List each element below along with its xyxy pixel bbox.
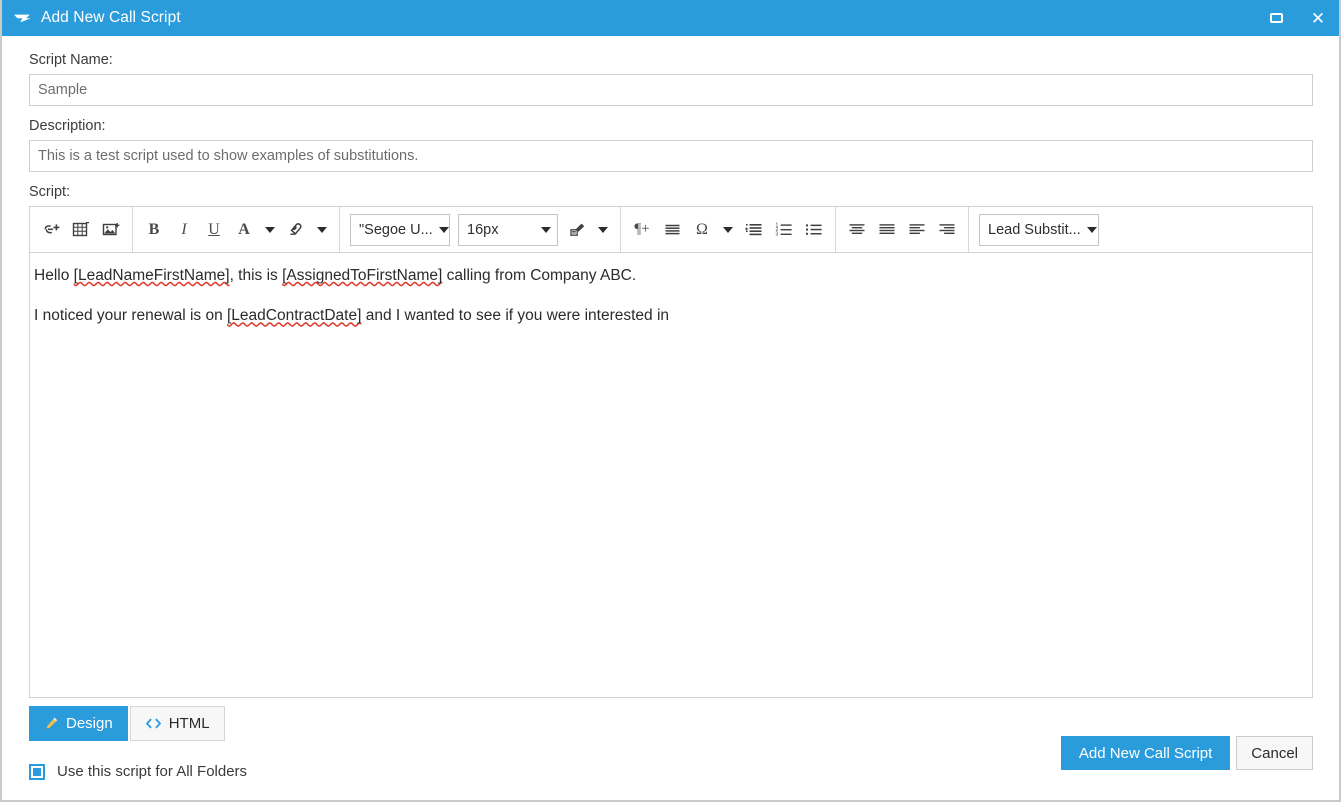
description-value: This is a test script used to show examp…	[38, 148, 419, 164]
chevron-down-icon	[438, 226, 449, 233]
font-color-label: A	[238, 220, 250, 238]
insert-link-icon[interactable]	[36, 213, 66, 247]
chevron-down-icon	[1086, 226, 1097, 233]
description-label: Description:	[29, 118, 106, 134]
special-character-button[interactable]: Ω	[687, 213, 717, 247]
toolbar-group-formatting: B I U A	[133, 207, 340, 252]
dialog-footer: Add New Call Script Cancel	[1060, 736, 1313, 770]
chevron-down-icon	[317, 226, 327, 233]
substitution-token-lead-contract-date: [LeadContractDate]	[227, 307, 362, 325]
insert-image-icon[interactable]	[96, 213, 126, 247]
script-flag-icon	[12, 9, 32, 27]
chevron-down-icon	[265, 226, 275, 233]
underline-button[interactable]: U	[199, 213, 229, 247]
toolbar-group-insert	[30, 207, 133, 252]
insert-paragraph-label: ¶+	[634, 221, 650, 237]
script-name-label: Script Name:	[29, 52, 113, 68]
lead-substitutions-dropdown[interactable]: Lead Substit...	[979, 213, 1099, 246]
align-right-icon[interactable]	[932, 213, 962, 247]
restore-window-button[interactable]	[1255, 0, 1297, 36]
toolbar-group-substitutions: Lead Substit...	[969, 207, 1109, 252]
editor-text-1b: , this is	[229, 267, 283, 284]
numbered-list-icon[interactable]: 123	[769, 213, 799, 247]
design-tab-label: Design	[66, 715, 113, 732]
font-size-value: 16px	[467, 221, 499, 238]
checkbox-fill-icon	[33, 767, 41, 776]
restore-icon	[1269, 13, 1283, 23]
editor-text-1a: Hello	[34, 267, 74, 284]
substitution-token-lead-first-name: [LeadNameFirstName]	[73, 267, 230, 284]
format-painter-icon[interactable]	[562, 213, 592, 247]
html-tab[interactable]: HTML	[129, 706, 225, 741]
bullet-list-icon[interactable]	[799, 213, 829, 247]
script-label: Script:	[29, 184, 71, 200]
font-color-dropdown-button[interactable]	[259, 213, 281, 247]
align-left-icon[interactable]	[902, 213, 932, 247]
all-folders-label: Use this script for All Folders	[57, 763, 248, 780]
omega-label: Ω	[696, 220, 708, 238]
align-center-icon[interactable]	[842, 213, 872, 247]
horizontal-rule-icon[interactable]	[657, 213, 687, 247]
window-title: Add New Call Script	[41, 9, 181, 26]
html-tab-label: HTML	[168, 715, 210, 732]
title-bar: Add New Call Script ✕	[2, 0, 1339, 36]
rich-text-editor: B I U A "Segoe U... 16px ¶+ Ω 1 2 3 Lead…	[29, 206, 1313, 698]
cancel-button[interactable]: Cancel	[1236, 736, 1313, 770]
toolbar-group-paragraph: ¶+ Ω 1 2 3	[621, 207, 836, 252]
design-tab[interactable]: Design	[29, 706, 128, 741]
editor-paragraph-2: I noticed your renewal is on [LeadContra…	[34, 305, 1312, 327]
editor-text-2b: and I wanted to see if you were interest…	[361, 307, 670, 325]
add-call-script-dialog: Add New Call Script ✕ Script Name: Sampl…	[0, 0, 1341, 802]
close-icon: ✕	[1310, 8, 1326, 28]
insert-table-icon[interactable]	[66, 213, 96, 247]
substitution-token-assigned-to-first-name: [AssignedToFirstName]	[282, 267, 443, 284]
script-name-value: Sample	[38, 82, 88, 98]
bold-label: B	[148, 220, 160, 238]
script-editor-area[interactable]: Hello [LeadNameFirstName], this is [Assi…	[30, 253, 1312, 697]
dialog-content: Script Name: Sample Description: This is…	[2, 36, 1339, 800]
lead-substitutions-value: Lead Substit...	[988, 221, 1081, 238]
chevron-down-icon	[541, 226, 551, 233]
italic-label: I	[181, 220, 187, 238]
toolbar-group-alignment	[836, 207, 969, 252]
editor-toolbar: B I U A "Segoe U... 16px ¶+ Ω 1 2 3 Lead…	[30, 207, 1312, 253]
description-input[interactable]: This is a test script used to show examp…	[29, 140, 1313, 172]
align-justify-icon[interactable]	[872, 213, 902, 247]
all-folders-checkbox[interactable]	[29, 763, 45, 780]
highlight-color-icon[interactable]	[281, 213, 311, 247]
chevron-down-icon	[723, 226, 733, 233]
close-window-button[interactable]: ✕	[1297, 0, 1339, 36]
insert-paragraph-icon[interactable]: ¶+	[627, 213, 657, 247]
code-brackets-icon	[145, 717, 162, 730]
toolbar-group-font: "Segoe U... 16px	[340, 207, 621, 252]
font-family-dropdown[interactable]: "Segoe U...	[350, 213, 450, 246]
format-painter-dropdown-button[interactable]	[592, 213, 614, 247]
add-new-call-script-button[interactable]: Add New Call Script	[1060, 736, 1231, 770]
highlight-color-dropdown-button[interactable]	[311, 213, 333, 247]
pencil-icon	[44, 716, 59, 731]
chevron-down-icon	[598, 226, 608, 233]
special-character-dropdown-button[interactable]	[717, 213, 739, 247]
indent-icon[interactable]	[739, 213, 769, 247]
editor-text-1c: calling from Company ABC.	[442, 267, 637, 284]
editor-text-2a: I noticed your renewal is on	[34, 307, 227, 325]
editor-paragraph-1: Hello [LeadNameFirstName], this is [Assi…	[34, 265, 1312, 287]
bold-button[interactable]: B	[139, 213, 169, 247]
font-family-value: "Segoe U...	[359, 221, 433, 238]
italic-button[interactable]: I	[169, 213, 199, 247]
font-color-button[interactable]: A	[229, 213, 259, 247]
svg-text:3: 3	[775, 232, 778, 237]
script-name-input[interactable]: Sample	[29, 74, 1313, 106]
font-size-dropdown[interactable]: 16px	[458, 213, 558, 246]
underline-label: U	[208, 220, 220, 238]
